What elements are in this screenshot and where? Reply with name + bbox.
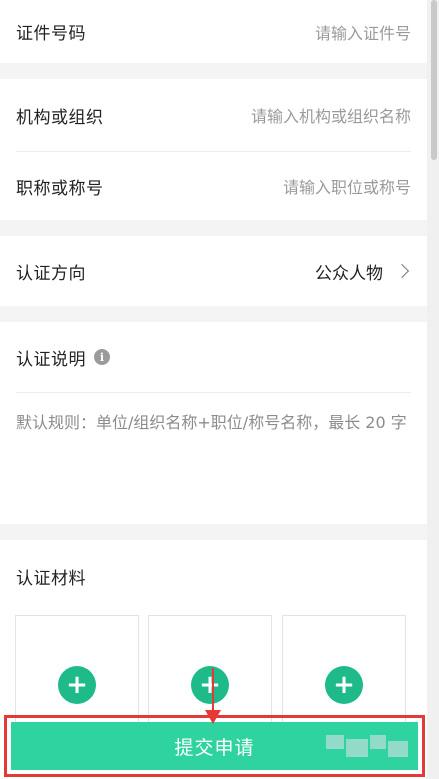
add-photo-icon[interactable]: + — [325, 666, 363, 704]
scrollbar[interactable] — [427, 0, 439, 779]
title-label: 职称或称号 — [16, 178, 104, 199]
section-gap — [0, 306, 427, 322]
arrow-down-icon — [205, 710, 221, 724]
explanation-text[interactable]: 默认规则：单位/组织名称+职位/称号名称，最长 20 字 — [16, 408, 409, 438]
add-photo-icon[interactable]: + — [191, 666, 229, 704]
organization-input[interactable]: 请输入机构或组织名称 — [251, 103, 411, 127]
divider — [16, 392, 411, 393]
direction-value: 公众人物 — [315, 263, 383, 284]
materials-label: 认证材料 — [16, 568, 86, 589]
id-number-row[interactable]: 证件号码 请输入证件号 — [0, 0, 427, 63]
explanation-header: 认证说明 i — [0, 322, 427, 392]
id-number-input[interactable]: 请输入证件号 — [315, 20, 411, 44]
direction-label: 认证方向 — [16, 263, 86, 284]
chevron-right-icon — [394, 263, 410, 279]
section-gap — [0, 524, 427, 540]
id-number-label: 证件号码 — [16, 24, 86, 44]
watermark — [326, 735, 410, 773]
title-input[interactable]: 请输入职位或称号 — [283, 174, 411, 198]
direction-row[interactable]: 认证方向 公众人物 — [0, 236, 427, 306]
section-gap — [0, 63, 427, 79]
scrollbar-thumb[interactable] — [431, 0, 437, 160]
explanation-label: 认证说明 — [16, 349, 86, 370]
add-photo-icon[interactable]: + — [58, 666, 96, 704]
materials-header: 认证材料 — [0, 548, 427, 604]
info-icon[interactable]: i — [94, 349, 110, 365]
organization-label: 机构或组织 — [16, 107, 104, 128]
section-gap — [0, 220, 427, 236]
organization-row[interactable]: 机构或组织 请输入机构或组织名称 — [0, 79, 427, 151]
title-row[interactable]: 职称或称号 请输入职位或称号 — [0, 152, 427, 220]
